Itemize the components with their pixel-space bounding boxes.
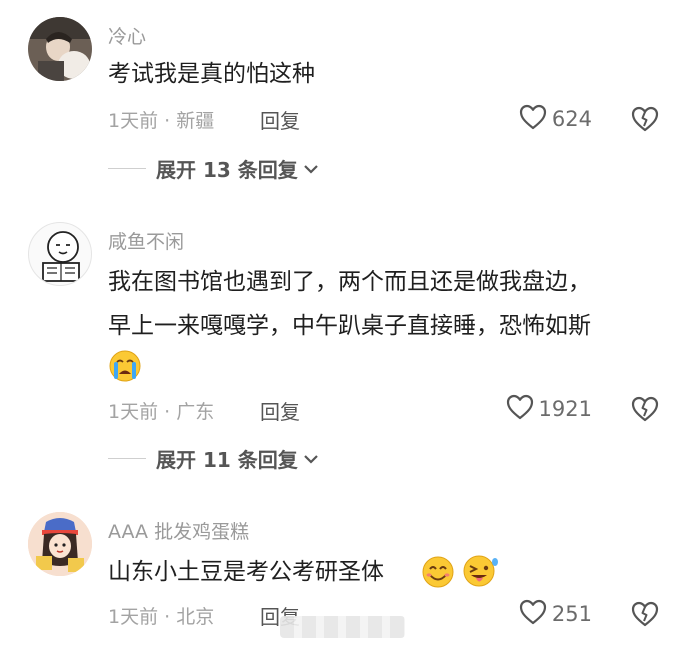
comment-text: 山东小土豆是考公考研圣体 [108,559,384,585]
comment-meta: 1天前 · 北京 [108,606,215,628]
comment-meta: 1天前 · 广东 [108,401,215,423]
reply-button[interactable]: 回复 [260,396,300,425]
expand-replies-label: 展开 13 条回复 [156,158,298,182]
reply-button[interactable]: 回复 [260,105,300,134]
heart-outline-icon [505,393,535,425]
avatar[interactable] [28,17,92,81]
dislike-button[interactable] [630,599,660,629]
like-count: 624 [551,107,592,131]
dislike-button[interactable] [630,104,660,134]
broken-heart-icon [631,396,659,422]
username[interactable]: 咸鱼不闲 [108,227,184,254]
heart-outline-icon [518,598,548,630]
like-count: 1921 [538,397,592,421]
like-button[interactable]: 1921 [505,393,592,425]
heart-outline-icon [518,103,548,135]
dislike-button[interactable] [630,394,660,424]
watermark [280,616,405,638]
avatar[interactable] [28,512,92,576]
divider [108,168,146,169]
chevron-down-icon [303,454,318,464]
comment-text: 考试我是真的怕这种 [108,61,315,87]
like-button[interactable]: 251 [518,598,592,630]
expand-replies-label: 展开 11 条回复 [156,448,298,472]
like-count: 251 [551,602,592,626]
avatar[interactable] [28,222,92,286]
chevron-down-icon [303,164,318,174]
comment-text: 早上一来嘎嘎学，中午趴桌子直接睡，恐怖如斯 [108,313,591,339]
username[interactable]: AAA 批发鸡蛋糕 [108,517,249,544]
smiling-face-emoji [421,555,455,593]
crying-face-emoji [108,349,142,387]
winking-tongue-emoji [459,553,499,593]
comment-text: 我在图书馆也遇到了，两个而且还是做我盘边， [108,269,591,295]
broken-heart-icon [631,601,659,627]
expand-replies-button[interactable]: 展开 13 条回复 [108,154,320,183]
like-button[interactable]: 624 [518,103,592,135]
divider [108,458,146,459]
username[interactable]: 冷心 [108,22,146,49]
expand-replies-button[interactable]: 展开 11 条回复 [108,444,320,473]
broken-heart-icon [631,106,659,132]
comment-meta: 1天前 · 新疆 [108,110,215,132]
